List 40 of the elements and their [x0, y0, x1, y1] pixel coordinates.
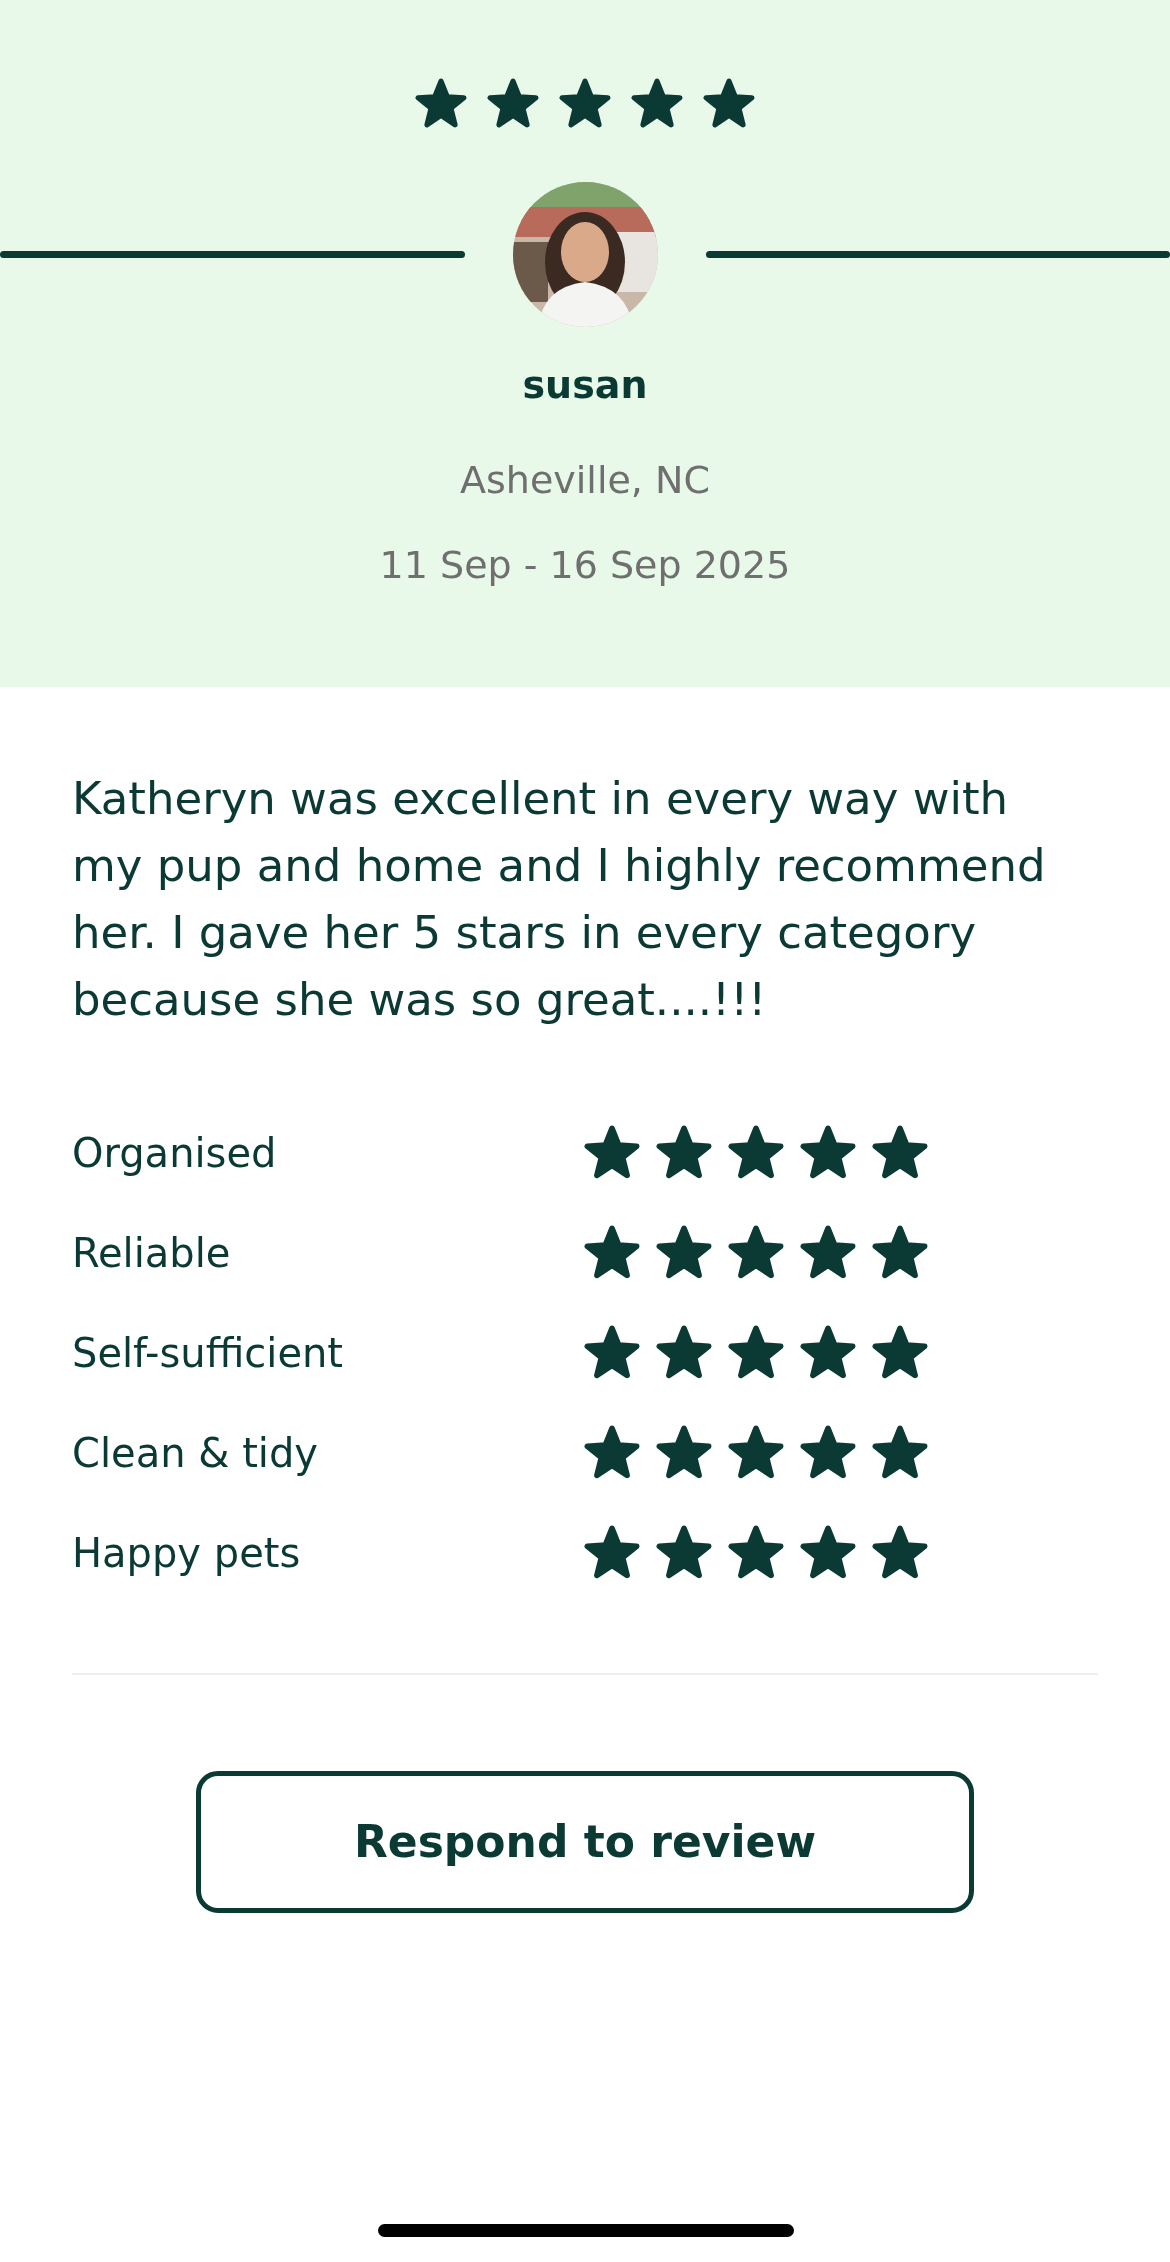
star-icon	[656, 1525, 712, 1581]
star-icon	[656, 1325, 712, 1381]
rating-label: Reliable	[72, 1229, 232, 1278]
rating-label: Happy pets	[72, 1529, 302, 1578]
star-icon	[872, 1125, 928, 1181]
star-icon	[584, 1325, 640, 1381]
star-icon	[728, 1325, 784, 1381]
star-icon	[728, 1225, 784, 1281]
star-icon	[559, 78, 611, 130]
star-icon	[656, 1225, 712, 1281]
star-icon	[703, 78, 755, 130]
star-icon	[800, 1125, 856, 1181]
star-icon	[728, 1425, 784, 1481]
star-icon	[728, 1525, 784, 1581]
rating-label: Organised	[72, 1129, 278, 1178]
star-icon	[415, 78, 467, 130]
respond-button[interactable]: Respond to review	[196, 1771, 974, 1913]
star-icon	[800, 1525, 856, 1581]
star-icon	[872, 1525, 928, 1581]
review-text: Katheryn was excellent in every way with my pup and home and I highly recommend her. I gave her 5 stars in every category because she was so great....!!!	[72, 771, 1047, 1028]
stay-dates: 11 Sep - 16 Sep 2025	[378, 542, 792, 589]
star-icon	[872, 1225, 928, 1281]
star-icon	[584, 1125, 640, 1181]
star-icon	[584, 1425, 640, 1481]
star-icon	[728, 1125, 784, 1181]
star-icon	[872, 1325, 928, 1381]
star-icon	[800, 1325, 856, 1381]
star-icon	[487, 78, 539, 130]
star-icon	[631, 78, 683, 130]
star-icon	[656, 1125, 712, 1181]
star-icon	[584, 1225, 640, 1281]
rating-label: Clean & tidy	[72, 1429, 319, 1478]
rating-label: Self-sufficient	[72, 1329, 345, 1378]
star-icon	[800, 1225, 856, 1281]
star-icon	[800, 1425, 856, 1481]
star-icon	[656, 1425, 712, 1481]
reviewer-location: Asheville, NC	[459, 457, 711, 504]
reviewer-name: susan	[521, 362, 649, 409]
star-icon	[584, 1525, 640, 1581]
star-icon	[872, 1425, 928, 1481]
